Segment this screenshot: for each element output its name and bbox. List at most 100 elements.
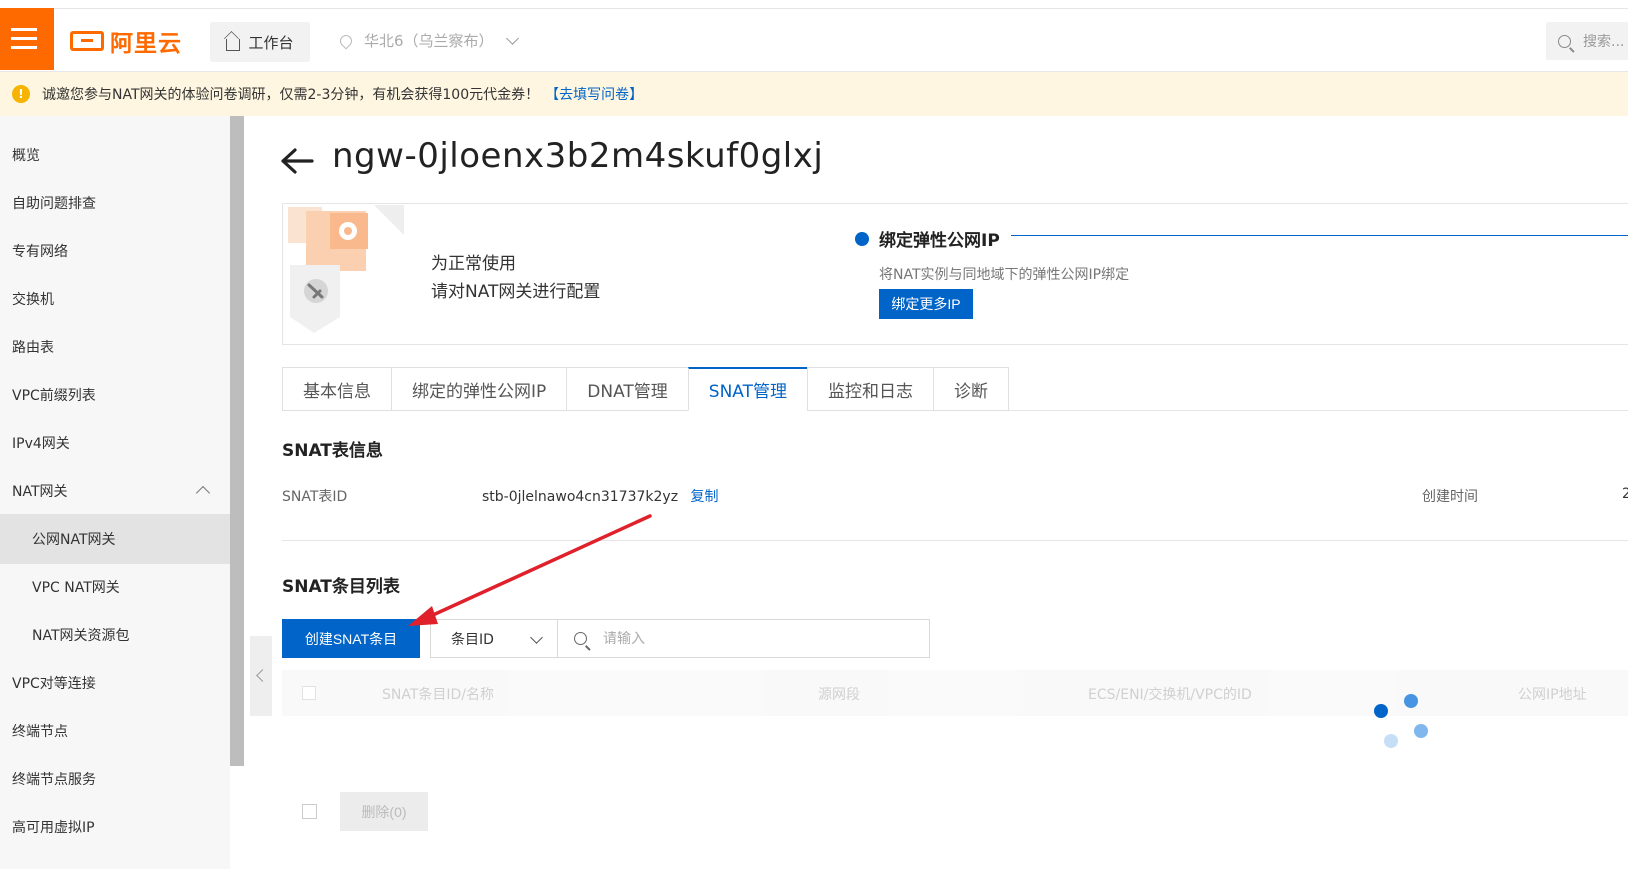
sidebar-item-vpc-nat-gateway[interactable]: VPC NAT网关 [0, 562, 230, 612]
sidebar-item-label: 终端节点 [12, 724, 68, 740]
sidebar-item-vpc[interactable]: 专有网络 [0, 226, 230, 276]
search-icon [1558, 34, 1571, 48]
page-title: ngw-0jloenx3b2m4skuf0glxj [332, 136, 824, 176]
select-all-checkbox[interactable] [302, 686, 316, 700]
filter-selected-value: 条目ID [451, 631, 494, 648]
status-line-2: 请对NAT网关进行配置 [431, 282, 601, 302]
created-time-value: 2 [1622, 486, 1628, 502]
sidebar-item-label: VPC前缀列表 [12, 388, 96, 404]
tab-snat[interactable]: SNAT管理 [687, 367, 807, 411]
sidebar-item-label: 自助问题排查 [12, 196, 96, 212]
logo-text: 阿里云 [110, 31, 182, 57]
snat-search-input[interactable] [603, 630, 903, 647]
sidebar-item-endpoint-service[interactable]: 终端节点服务 [0, 754, 230, 804]
sidebar-item-overview[interactable]: 概览 [0, 130, 230, 180]
global-search-placeholder: 搜索... [1583, 34, 1625, 50]
search-icon [574, 632, 587, 645]
sidebar-item-label: 终端节点服务 [12, 772, 96, 788]
spinner-dot [1384, 734, 1398, 748]
sidebar-item-label: 路由表 [12, 340, 54, 356]
top-navigation-bar: 阿里云 工作台 华北6（乌兰察布） 搜索... [0, 0, 1628, 72]
tab-basic-info[interactable]: 基本信息 [282, 367, 391, 411]
sidebar-item-vswitch[interactable]: 交换机 [0, 274, 230, 324]
sidebar-item-label: VPC对等连接 [12, 676, 96, 692]
tab-diagnose[interactable]: 诊断 [932, 367, 1009, 411]
tab-bound-eip[interactable]: 绑定的弹性公网IP [391, 367, 567, 411]
spinner-dot [1374, 704, 1388, 718]
create-snat-entry-button[interactable]: 创建SNAT条目 [282, 619, 420, 658]
sidebar-item-ipv4-gateway[interactable]: IPv4网关 [0, 418, 230, 468]
sidebar-item-label: NAT网关 [12, 484, 68, 500]
sidebar-item-public-nat-gateway[interactable]: 公网NAT网关 [0, 514, 230, 564]
created-time-label: 创建时间 [1422, 489, 1478, 505]
survey-notice-bar: ! 诚邀您参与NAT网关的体验问卷调研，仅需2-3分钟，有机会获得100元代金券… [0, 72, 1628, 116]
snat-table-id-label: SNAT表ID [282, 489, 348, 505]
workbench-label: 工作台 [248, 33, 294, 52]
sidebar-item-prefix-list[interactable]: VPC前缀列表 [0, 370, 230, 420]
sidebar-item-label: 高可用虚拟IP [12, 820, 95, 836]
batch-delete-button[interactable]: 删除(0) [340, 792, 428, 831]
global-search[interactable]: 搜索... [1546, 22, 1628, 60]
tab-dnat[interactable]: DNAT管理 [566, 367, 688, 411]
sidebar-item-label: 专有网络 [12, 244, 68, 260]
sidebar-item-havip[interactable]: 高可用虚拟IP [0, 802, 230, 852]
section-divider [282, 540, 1628, 541]
step-connector-line [1011, 235, 1628, 236]
chevron-up-icon [195, 485, 211, 501]
notice-text: 诚邀您参与NAT网关的体验问卷调研，仅需2-3分钟，有机会获得100元代金券！ [42, 87, 540, 103]
sidebar-item-label: 交换机 [12, 292, 54, 308]
sidebar-item-label: IPv4网关 [12, 436, 70, 452]
chevron-down-icon [505, 32, 519, 45]
filter-field-select[interactable]: 条目ID [430, 619, 558, 658]
column-header-entry-id: SNAT条目ID/名称 [382, 687, 495, 703]
snat-table-id: stb-0jlelnawo4cn31737k2yz 复制 [482, 486, 719, 506]
snat-table-id-value: stb-0jlelnawo4cn31737k2yz [482, 489, 679, 505]
region-label: 华北6（乌兰察布） [364, 32, 494, 50]
copy-link[interactable]: 复制 [691, 489, 719, 505]
sidebar-item-nat-resource-package[interactable]: NAT网关资源包 [0, 610, 230, 660]
sidebar-item-label: NAT网关资源包 [32, 628, 130, 644]
snat-entry-list-heading: SNAT条目列表 [282, 577, 400, 597]
survey-link[interactable]: 【去填写问卷】 [545, 84, 643, 104]
snat-search-box [557, 619, 930, 658]
region-selector[interactable]: 华北6（乌兰察布） [337, 30, 519, 51]
column-header-source-cidr: 源网段 [818, 687, 860, 703]
status-line-1: 为正常使用 [431, 254, 516, 274]
sidebar-collapse-toggle[interactable] [250, 636, 272, 716]
spinner-dot [1404, 694, 1418, 708]
configuration-status-card: 为正常使用 请对NAT网关进行配置 绑定弹性公网IP 将NAT实例与同地域下的弹… [282, 203, 1628, 345]
batch-select-checkbox[interactable] [302, 804, 317, 819]
configuration-illustration [284, 205, 404, 343]
detail-tabs: 基本信息 绑定的弹性公网IP DNAT管理 SNAT管理 监控和日志 诊断 [282, 367, 1628, 411]
aliyun-logo-icon [70, 31, 104, 51]
top-divider [0, 8, 1628, 9]
aliyun-logo[interactable]: 阿里云 [70, 26, 182, 57]
warning-icon: ! [12, 85, 30, 103]
sidebar-item-self-troubleshoot[interactable]: 自助问题排查 [0, 178, 230, 228]
step-indicator-dot [855, 232, 869, 246]
step-description: 将NAT实例与同地域下的弹性公网IP绑定 [879, 267, 1130, 283]
status-message: 为正常使用 请对NAT网关进行配置 [431, 250, 600, 306]
bind-more-ip-button[interactable]: 绑定更多IP [879, 289, 973, 319]
tab-monitoring-logs[interactable]: 监控和日志 [806, 367, 933, 411]
location-pin-icon [337, 32, 355, 49]
snat-table-header: SNAT条目ID/名称 源网段 ECS/ENI/交换机/VPC的ID 公网IP地… [282, 670, 1628, 716]
sidebar-scrollbar[interactable] [230, 116, 244, 766]
step-title: 绑定弹性公网IP [879, 231, 1000, 251]
spinner-dot [1414, 724, 1428, 738]
sidebar-item-label: 公网NAT网关 [32, 532, 116, 548]
sidebar-item-vpc-peering[interactable]: VPC对等连接 [0, 658, 230, 708]
snat-table-info-heading: SNAT表信息 [282, 441, 383, 461]
chevron-down-icon [530, 631, 543, 644]
sidebar-item-nat-gateway[interactable]: NAT网关 [0, 466, 230, 516]
sidebar-item-label: VPC NAT网关 [32, 580, 120, 596]
sidebar: 概览 自助问题排查 专有网络 交换机 路由表 VPC前缀列表 IPv4网关 NA… [0, 116, 230, 869]
sidebar-item-endpoint[interactable]: 终端节点 [0, 706, 230, 756]
column-header-public-ip: 公网IP地址 [1518, 687, 1587, 703]
hamburger-menu-icon[interactable] [0, 8, 54, 70]
sidebar-item-label: 概览 [12, 148, 40, 164]
workbench-button[interactable]: 工作台 [210, 22, 310, 62]
home-icon [226, 39, 241, 51]
sidebar-item-route-table[interactable]: 路由表 [0, 322, 230, 372]
back-arrow-icon[interactable] [280, 146, 316, 176]
